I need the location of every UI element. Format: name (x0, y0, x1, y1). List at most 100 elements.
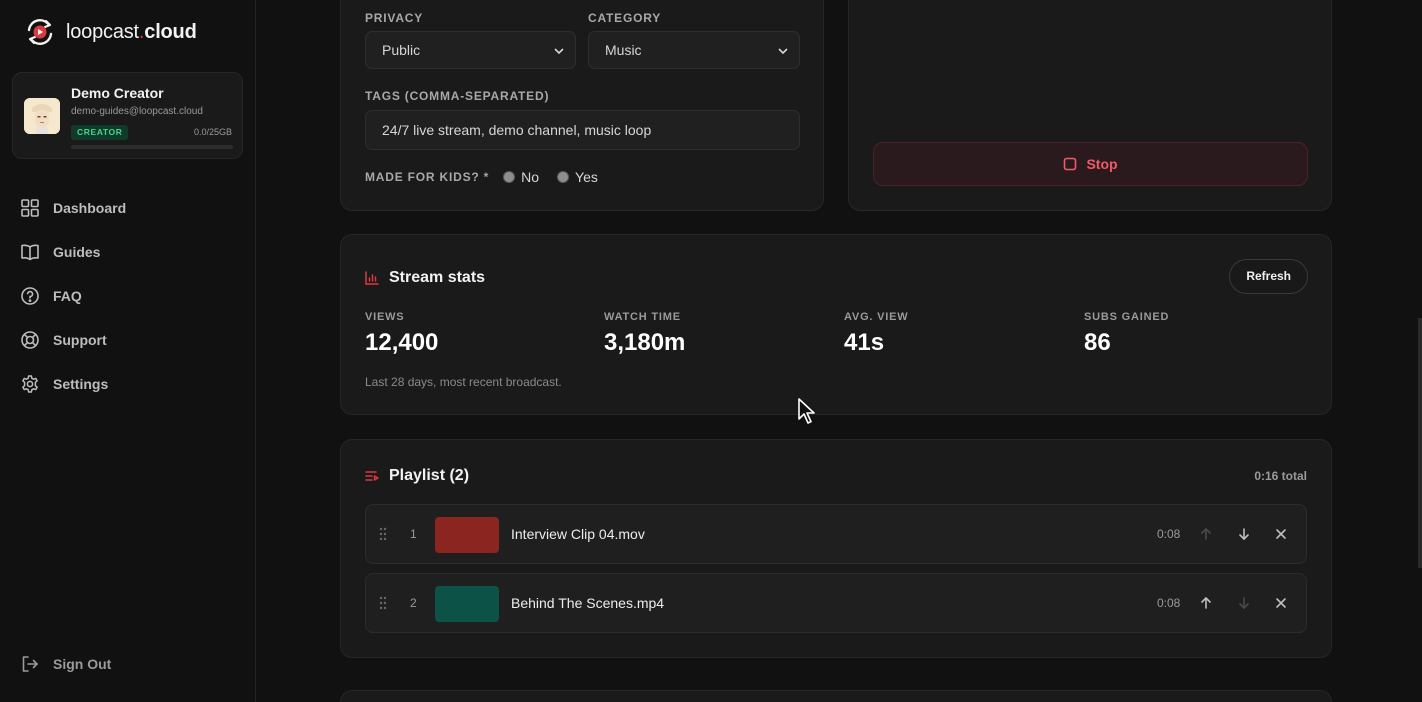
playlist-total: 0:16 total (1254, 469, 1307, 483)
loop-logo-icon (27, 19, 53, 45)
stat-avg-view: AVG. VIEW 41s (844, 311, 908, 357)
playlist-item-name: Behind The Scenes.mp4 (511, 595, 665, 611)
stat-label: WATCH TIME (604, 311, 681, 323)
playlist-item[interactable]: 1 Interview Clip 04.mov 0:08 (365, 504, 1307, 564)
remove-icon[interactable] (1273, 526, 1289, 542)
sidebar-item-label: Settings (53, 376, 109, 392)
playlist-item-thumbnail (435, 586, 499, 622)
chevron-down-icon (554, 48, 564, 55)
stat-watch-time: WATCH TIME 3,180m (604, 311, 685, 357)
profile-name: Demo Creator (71, 85, 164, 101)
kids-no-radio[interactable]: No (503, 169, 539, 185)
sidebar-item-label: Dashboard (53, 200, 127, 216)
book-icon (21, 244, 39, 261)
sidebar-item-label: Guides (53, 244, 101, 260)
role-badge: CREATOR (71, 125, 129, 140)
sidebar-item-faq[interactable]: FAQ (20, 274, 240, 318)
brand-name: loopcast.cloud (66, 20, 197, 43)
sign-out-button[interactable]: Sign Out (20, 654, 111, 674)
sidebar-item-label: Support (53, 332, 107, 348)
stream-stats-title: Stream stats (365, 269, 485, 287)
logout-icon (22, 656, 38, 672)
mouse-cursor-icon (798, 398, 815, 424)
kids-no-label: No (521, 169, 540, 185)
kids-yes-radio[interactable]: Yes (557, 169, 598, 185)
avatar (24, 98, 60, 134)
playlist-item-name: Interview Clip 04.mov (511, 526, 645, 542)
playlist-card: Playlist (2) 0:16 total 1 Interview Clip… (340, 439, 1332, 658)
made-for-kids-group: MADE FOR KIDS? * No Yes (365, 169, 598, 185)
privacy-select-value: Public (382, 42, 421, 58)
move-down-icon[interactable] (1236, 595, 1252, 611)
privacy-select[interactable]: Public (365, 31, 576, 69)
storage-usage: 0.0/25GB (193, 127, 232, 137)
sidebar-item-dashboard[interactable]: Dashboard (20, 186, 240, 230)
scrollbar-thumb[interactable] (1418, 318, 1422, 568)
app-root: loopcast.cloud Demo Creator demo-guides@… (0, 0, 1422, 702)
made-for-kids-label: MADE FOR KIDS? * (365, 170, 490, 184)
category-select-value: Music (605, 42, 642, 58)
gear-icon (22, 375, 38, 393)
move-down-icon[interactable] (1236, 526, 1252, 542)
playlist-title: Playlist (2) (365, 467, 469, 485)
stop-label: Stop (1086, 156, 1118, 172)
playlist-item-thumbnail (435, 517, 499, 553)
sidebar-item-label: FAQ (53, 288, 82, 304)
grid-icon (21, 199, 39, 217)
stat-label: AVG. VIEW (844, 311, 909, 323)
stream-stats-title-text: Stream stats (389, 269, 486, 286)
radio-dot (503, 171, 516, 183)
stat-value: 86 (1084, 329, 1111, 356)
tags-input[interactable]: 24/7 live stream, demo channel, music lo… (365, 110, 800, 150)
category-label: CATEGORY (588, 11, 662, 25)
stream-control-card: Stop (848, 0, 1332, 211)
main-content: PRIVACY Public CATEGORY Music TAGS (COMM… (256, 0, 1422, 702)
stat-label: SUBS GAINED (1084, 311, 1170, 323)
storage-progress-bar (71, 145, 233, 149)
stop-square-icon (1064, 157, 1077, 171)
stat-views: VIEWS 12,400 (365, 311, 438, 357)
tags-label: TAGS (COMMA-SEPARATED) (365, 89, 550, 103)
sign-out-label: Sign Out (53, 656, 112, 672)
move-up-icon[interactable] (1198, 526, 1214, 542)
playlist-item[interactable]: 2 Behind The Scenes.mp4 0:08 (365, 573, 1307, 633)
stats-note: Last 28 days, most recent broadcast. (365, 375, 562, 389)
bar-chart-icon (365, 271, 379, 285)
stop-button[interactable]: Stop (873, 142, 1308, 186)
playlist-item-index: 2 (410, 596, 417, 610)
lifebuoy-icon (21, 331, 39, 349)
refresh-button[interactable]: Refresh (1229, 259, 1308, 294)
category-select[interactable]: Music (588, 31, 800, 69)
help-circle-icon (21, 287, 39, 305)
playlist-item-duration: 0:08 (1157, 527, 1181, 541)
stream-stats-card: Stream stats Refresh VIEWS 12,400 WATCH … (340, 234, 1332, 415)
stat-value: 41s (844, 329, 885, 356)
drag-handle-icon[interactable] (378, 596, 388, 610)
stat-value: 12,400 (365, 329, 439, 356)
sidebar-item-guides[interactable]: Guides (20, 230, 240, 274)
sidebar-nav: Dashboard Guides FAQ Support Settings (20, 186, 240, 406)
playlist-title-text: Playlist (2) (389, 467, 470, 484)
sidebar-item-settings[interactable]: Settings (20, 362, 240, 406)
avatar-face-icon (24, 98, 60, 134)
radio-dot (557, 171, 570, 183)
remove-icon[interactable] (1273, 595, 1289, 611)
sidebar-item-support[interactable]: Support (20, 318, 240, 362)
drag-handle-icon[interactable] (378, 527, 388, 541)
privacy-label: PRIVACY (365, 11, 424, 25)
profile-email: demo-guides@loopcast.cloud (71, 106, 203, 117)
playlist-item-index: 1 (410, 527, 417, 541)
logo[interactable]: loopcast.cloud (24, 16, 197, 48)
stat-label: VIEWS (365, 311, 405, 323)
kids-yes-label: Yes (575, 169, 598, 185)
move-up-icon[interactable] (1198, 595, 1214, 611)
next-card (340, 690, 1332, 702)
stat-subs-gained: SUBS GAINED 86 (1084, 311, 1169, 357)
profile-card[interactable]: Demo Creator demo-guides@loopcast.cloud … (12, 72, 243, 159)
sidebar: loopcast.cloud Demo Creator demo-guides@… (0, 0, 256, 702)
chevron-down-icon (778, 48, 788, 55)
playlist-item-duration: 0:08 (1157, 596, 1181, 610)
stream-settings-card: PRIVACY Public CATEGORY Music TAGS (COMM… (340, 0, 824, 211)
stat-value: 3,180m (604, 329, 686, 356)
playlist-icon (365, 471, 379, 481)
